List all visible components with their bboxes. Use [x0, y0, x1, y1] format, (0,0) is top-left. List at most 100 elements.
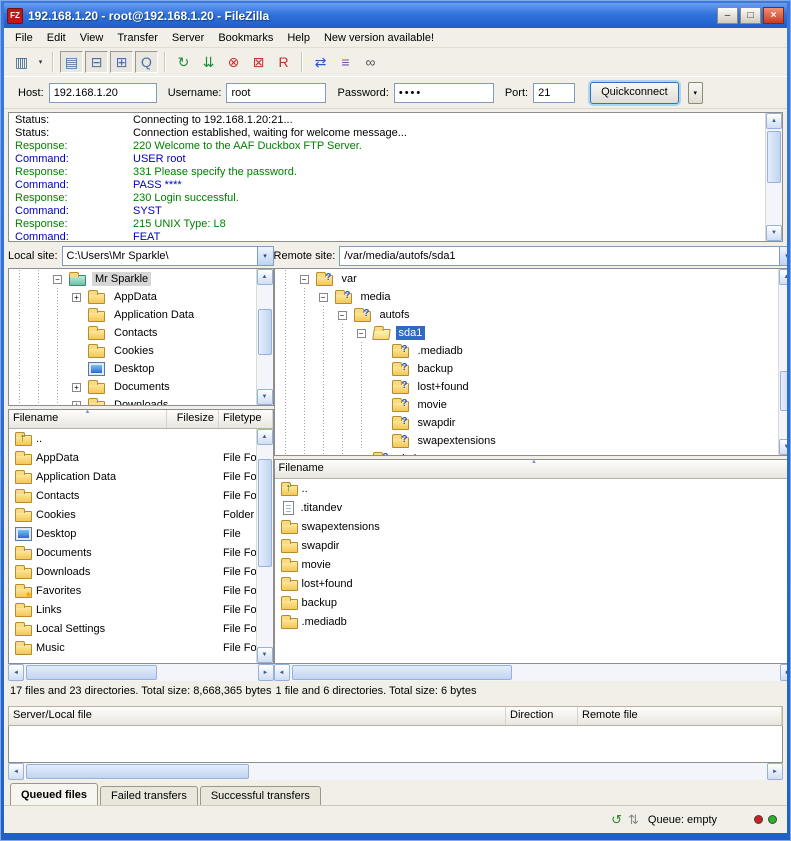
tree-item[interactable]: swapdir	[276, 414, 778, 432]
scroll-track[interactable]	[24, 664, 258, 681]
tab-successful-transfers[interactable]: Successful transfers	[200, 786, 321, 805]
scroll-up-button[interactable]: ▲	[257, 269, 273, 285]
scroll-thumb[interactable]	[26, 764, 249, 779]
remote-site-dropdown-icon[interactable]: ▾	[779, 247, 787, 265]
tree-item[interactable]: swapextensions	[276, 432, 778, 450]
tree-expander[interactable]: +	[67, 401, 86, 406]
tree-item[interactable]: Cookies	[10, 342, 256, 360]
menu-item-transfer[interactable]: Transfer	[110, 29, 165, 47]
file-row[interactable]: DownloadsFile Folder	[9, 562, 256, 581]
tree-expander[interactable]: +	[67, 383, 86, 392]
site-manager-dropdown[interactable]: ▾	[35, 51, 46, 73]
file-row[interactable]: swapdir	[275, 536, 787, 555]
tree-item[interactable]: Application Data	[10, 306, 256, 324]
file-row[interactable]: AppDataFile Folder	[9, 448, 256, 467]
scroll-track[interactable]	[290, 664, 780, 681]
port-input[interactable]	[533, 83, 575, 103]
tree-item[interactable]: +Downloads	[10, 396, 256, 405]
local-site-combo[interactable]: C:\Users\Mr Sparkle\ ▾	[62, 246, 274, 266]
file-row[interactable]: CookiesFolder	[9, 505, 256, 524]
queue-horizontal-scrollbar[interactable]: ◄►	[8, 763, 783, 780]
tree-expander[interactable]: −	[333, 311, 352, 320]
file-row[interactable]: .titandev	[275, 498, 787, 517]
scroll-up-button[interactable]: ▲	[779, 269, 787, 285]
scroll-thumb[interactable]	[258, 459, 272, 567]
reconnect-button[interactable]: R	[272, 51, 295, 73]
host-input[interactable]	[49, 83, 157, 103]
file-row[interactable]: .mediadb	[275, 612, 787, 631]
menu-item-bookmarks[interactable]: Bookmarks	[211, 29, 280, 47]
close-button[interactable]: ×	[763, 7, 784, 24]
scroll-right-button[interactable]: ►	[258, 664, 274, 681]
file-row[interactable]: swapextensions	[275, 517, 787, 536]
scroll-right-button[interactable]: ►	[780, 664, 787, 681]
tree-expander[interactable]: −	[48, 275, 67, 284]
expander-minus-icon[interactable]: −	[300, 275, 309, 284]
scroll-up-button[interactable]: ▲	[257, 429, 273, 445]
scroll-thumb[interactable]	[780, 371, 787, 411]
column-header-filesize[interactable]: Filesize	[167, 410, 219, 428]
tree-expander[interactable]: +	[67, 293, 86, 302]
expander-minus-icon[interactable]: −	[338, 311, 347, 320]
disconnect-button[interactable]: ⊠	[247, 51, 270, 73]
quickconnect-dropdown-button[interactable]: ▾	[688, 82, 703, 104]
menu-item-view[interactable]: View	[73, 29, 111, 47]
maximize-button[interactable]: □	[740, 7, 761, 24]
directory-comparison-button[interactable]: ≡	[334, 51, 357, 73]
tree-item[interactable]: movie	[276, 396, 778, 414]
scroll-up-button[interactable]: ▲	[766, 113, 782, 129]
file-row[interactable]: ..	[9, 429, 256, 448]
scroll-left-button[interactable]: ◄	[274, 664, 290, 681]
password-input[interactable]	[394, 83, 494, 103]
title-bar[interactable]: FZ 192.168.1.20 - root@192.168.1.20 - Fi…	[4, 3, 787, 28]
tree-item[interactable]: .mediadb	[276, 342, 778, 360]
cancel-operation-button[interactable]: ⊗	[222, 51, 245, 73]
quickconnect-button[interactable]: Quickconnect	[590, 82, 679, 104]
file-row[interactable]: MusicFile Folder	[9, 638, 256, 657]
local-horizontal-scrollbar[interactable]: ◄►	[8, 664, 274, 681]
file-row[interactable]: backup	[275, 593, 787, 612]
scroll-down-button[interactable]: ▼	[779, 439, 787, 455]
tree-expander[interactable]: −	[295, 275, 314, 284]
site-manager-button[interactable]: ▥	[10, 51, 33, 73]
vertical-scrollbar[interactable]: ▲▼	[256, 269, 273, 405]
scroll-thumb[interactable]	[258, 309, 272, 355]
menu-item-edit[interactable]: Edit	[40, 29, 73, 47]
tree-item[interactable]: lost+found	[276, 378, 778, 396]
toggle-local-tree-button[interactable]: ⊟	[85, 51, 108, 73]
vertical-scrollbar[interactable]: ▲▼	[765, 113, 782, 241]
file-row[interactable]: DocumentsFile Folder	[9, 543, 256, 562]
tree-item[interactable]: −media	[276, 288, 778, 306]
file-row[interactable]: ContactsFile Folder	[9, 486, 256, 505]
expander-plus-icon[interactable]: +	[72, 383, 81, 392]
refresh-button[interactable]: ↻	[172, 51, 195, 73]
local-site-dropdown-icon[interactable]: ▾	[257, 247, 273, 265]
expander-minus-icon[interactable]: −	[53, 275, 62, 284]
find-files-button[interactable]: ∞	[359, 51, 382, 73]
tree-item[interactable]: −autofs	[276, 306, 778, 324]
scroll-track[interactable]	[24, 763, 767, 780]
menu-item-file[interactable]: File	[8, 29, 40, 47]
tab-failed-transfers[interactable]: Failed transfers	[100, 786, 198, 805]
column-header-filename[interactable]: Filename▲	[275, 460, 787, 478]
column-header-remote-file[interactable]: Remote file	[578, 707, 782, 725]
file-row[interactable]: LinksFile Folder	[9, 600, 256, 619]
file-row[interactable]: Local SettingsFile Folder	[9, 619, 256, 638]
column-header-filetype[interactable]: Filetype	[219, 410, 273, 428]
toggle-message-log-button[interactable]: ▤	[60, 51, 83, 73]
file-row[interactable]: FavoritesFile Folder	[9, 581, 256, 600]
toggle-queue-button[interactable]: Q	[135, 51, 158, 73]
process-queue-button[interactable]: ⇊	[197, 51, 220, 73]
file-row[interactable]: DesktopFile	[9, 524, 256, 543]
tree-item[interactable]: Contacts	[10, 324, 256, 342]
tree-expander[interactable]: −	[314, 293, 333, 302]
file-row[interactable]: Application DataFile Folder	[9, 467, 256, 486]
menu-item-help[interactable]: Help	[280, 29, 317, 47]
scroll-right-button[interactable]: ►	[767, 763, 783, 780]
expander-plus-icon[interactable]: +	[72, 401, 81, 406]
file-row[interactable]: lost+found	[275, 574, 787, 593]
tree-item[interactable]: Desktop	[10, 360, 256, 378]
scroll-down-button[interactable]: ▼	[257, 389, 273, 405]
scroll-left-button[interactable]: ◄	[8, 664, 24, 681]
tree-item[interactable]: +Documents	[10, 378, 256, 396]
